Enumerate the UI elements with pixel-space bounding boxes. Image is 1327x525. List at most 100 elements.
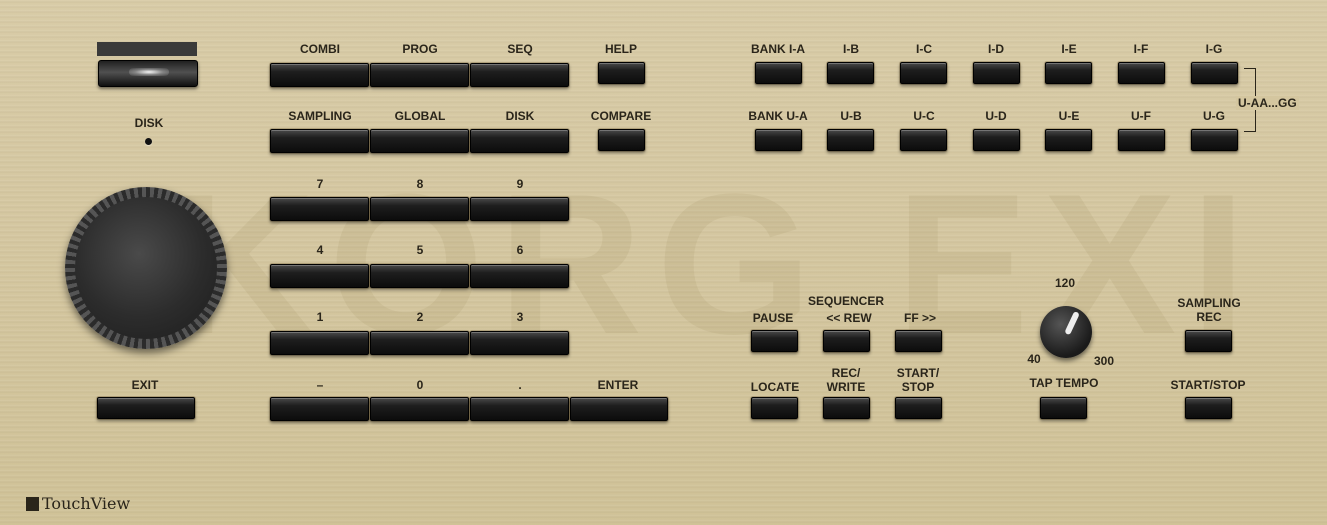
- key-4-button[interactable]: [270, 264, 369, 288]
- key-9-label: 9: [516, 177, 524, 191]
- key-3-label: 3: [516, 310, 524, 324]
- bank-u-d-label: U-D: [985, 109, 1007, 123]
- key-5-label: 5: [416, 243, 424, 257]
- bank-i-f-button[interactable]: [1118, 62, 1165, 84]
- bank-u-f-button[interactable]: [1118, 129, 1165, 151]
- front-panel: KORG EXI DISK EXIT COMBI PROG SEQ HELP S…: [0, 0, 1327, 525]
- key-8-label: 8: [416, 177, 424, 191]
- rec-write-label: REC/ WRITE: [826, 366, 866, 394]
- bank-u-c-button[interactable]: [900, 129, 947, 151]
- tempo-max-label: 300: [1093, 354, 1115, 368]
- seq-label: SEQ: [507, 42, 533, 56]
- prog-label: PROG: [402, 42, 438, 56]
- combi-button[interactable]: [270, 63, 369, 87]
- key-dot-button[interactable]: [470, 397, 569, 421]
- rec-write-button[interactable]: [823, 397, 870, 419]
- exit-button[interactable]: [97, 397, 195, 419]
- pause-button[interactable]: [751, 330, 798, 352]
- disk-mode-label: DISK: [505, 109, 535, 123]
- rew-button[interactable]: [823, 330, 870, 352]
- pause-label: PAUSE: [752, 311, 794, 325]
- key-minus-label: –: [316, 378, 324, 392]
- ff-button[interactable]: [895, 330, 942, 352]
- bank-i-c-button[interactable]: [900, 62, 947, 84]
- key-6-button[interactable]: [470, 264, 569, 288]
- touchview-logo: TouchView: [26, 494, 130, 513]
- bank-i-c-label: I-C: [916, 42, 932, 56]
- bank-u-e-button[interactable]: [1045, 129, 1092, 151]
- disk-slot-shine: [129, 68, 169, 76]
- sampling-rec-button[interactable]: [1185, 330, 1232, 352]
- global-button[interactable]: [370, 129, 469, 153]
- disk-label: DISK: [134, 116, 164, 130]
- key-2-label: 2: [416, 310, 424, 324]
- bank-u-c-label: U-C: [913, 109, 935, 123]
- bank-i-d-button[interactable]: [973, 62, 1020, 84]
- sampling-button[interactable]: [270, 129, 369, 153]
- help-button[interactable]: [598, 62, 645, 84]
- bank-u-d-button[interactable]: [973, 129, 1020, 151]
- ff-label: FF >>: [903, 311, 937, 325]
- tempo-knob-pointer: [1064, 310, 1080, 336]
- bank-u-a-button[interactable]: [755, 129, 802, 151]
- help-label: HELP: [604, 42, 638, 56]
- sampling-start-stop-button[interactable]: [1185, 397, 1232, 419]
- korg-logo-icon: [26, 497, 39, 511]
- key-dot-label: .: [518, 378, 522, 392]
- tempo-min-label: 40: [1027, 352, 1041, 366]
- prog-button[interactable]: [370, 63, 469, 87]
- compare-label: COMPARE: [590, 109, 652, 123]
- tap-tempo-button[interactable]: [1040, 397, 1087, 419]
- bank-i-g-button[interactable]: [1191, 62, 1238, 84]
- sequencer-header: SEQUENCER: [807, 294, 885, 308]
- compare-button[interactable]: [598, 129, 645, 151]
- locate-button[interactable]: [751, 397, 798, 419]
- bank-u-g-label: U-G: [1203, 109, 1225, 123]
- sampling-start-stop-label: START/STOP: [1170, 378, 1246, 392]
- bank-u-e-label: U-E: [1058, 109, 1080, 123]
- bank-i-g-label: I-G: [1205, 42, 1223, 56]
- key-7-label: 7: [316, 177, 324, 191]
- bank-i-b-button[interactable]: [827, 62, 874, 84]
- enter-button[interactable]: [570, 397, 668, 421]
- bank-i-e-button[interactable]: [1045, 62, 1092, 84]
- key-0-label: 0: [416, 378, 424, 392]
- bank-i-e-label: I-E: [1061, 42, 1077, 56]
- disk-mode-button[interactable]: [470, 129, 569, 153]
- locate-label: LOCATE: [750, 380, 800, 394]
- sampling-rec-label: SAMPLING REC: [1177, 296, 1241, 324]
- key-7-button[interactable]: [270, 197, 369, 221]
- bank-u-a-label: BANK U-A: [748, 109, 808, 123]
- bank-u-f-label: U-F: [1131, 109, 1151, 123]
- disk-slot-button[interactable]: [98, 60, 198, 87]
- key-0-button[interactable]: [370, 397, 469, 421]
- bank-u-b-label: U-B: [840, 109, 862, 123]
- value-dial[interactable]: [65, 187, 227, 349]
- tap-tempo-label: TAP TEMPO: [1029, 376, 1099, 390]
- display-slot: [97, 42, 197, 56]
- key-minus-button[interactable]: [270, 397, 369, 421]
- key-6-label: 6: [516, 243, 524, 257]
- bank-u-g-button[interactable]: [1191, 129, 1238, 151]
- bank-i-a-button[interactable]: [755, 62, 802, 84]
- bank-u-b-button[interactable]: [827, 129, 874, 151]
- rew-label: << REW: [826, 311, 872, 325]
- key-4-label: 4: [316, 243, 324, 257]
- seq-start-stop-button[interactable]: [895, 397, 942, 419]
- key-2-button[interactable]: [370, 331, 469, 355]
- key-1-button[interactable]: [270, 331, 369, 355]
- key-5-button[interactable]: [370, 264, 469, 288]
- sampling-label: SAMPLING: [288, 109, 352, 123]
- tempo-knob[interactable]: [1040, 306, 1092, 358]
- key-1-label: 1: [316, 310, 324, 324]
- bank-i-f-label: I-F: [1133, 42, 1149, 56]
- seq-button[interactable]: [470, 63, 569, 87]
- bank-i-a-label: BANK I-A: [751, 42, 805, 56]
- combi-label: COMBI: [300, 42, 340, 56]
- key-8-button[interactable]: [370, 197, 469, 221]
- key-3-button[interactable]: [470, 331, 569, 355]
- bank-i-b-label: I-B: [843, 42, 859, 56]
- bank-range-label: U-AA...GG: [1236, 96, 1299, 110]
- key-9-button[interactable]: [470, 197, 569, 221]
- bank-i-d-label: I-D: [988, 42, 1004, 56]
